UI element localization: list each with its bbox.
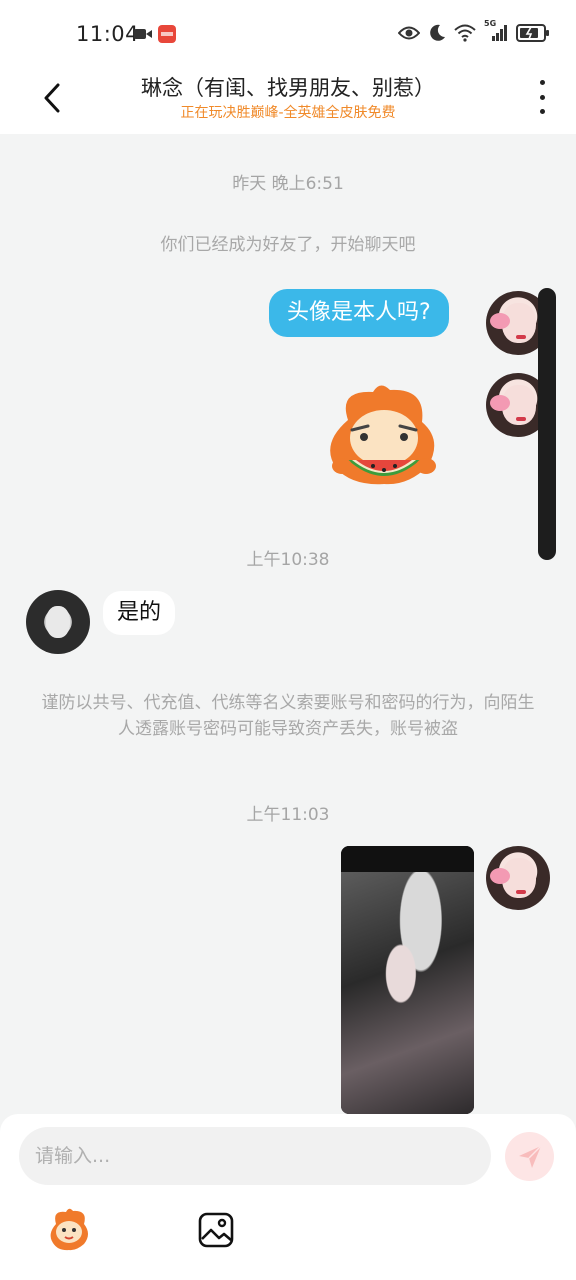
- send-icon: [518, 1144, 542, 1168]
- image-picker-icon[interactable]: [198, 1212, 234, 1248]
- emoji-sticker-icon[interactable]: [46, 1206, 92, 1252]
- wifi-icon: [454, 24, 476, 42]
- friend-message-bubble[interactable]: 是的: [103, 591, 176, 635]
- pig-sticker: [490, 395, 510, 411]
- back-arrow-icon: [44, 83, 60, 113]
- app-notification-icon: [158, 25, 176, 43]
- send-button[interactable]: [505, 1132, 554, 1181]
- dot: [539, 94, 545, 100]
- chat-title: 琳念（有闺、找男朋友、别惹）: [141, 76, 435, 100]
- timestamp: 昨天 晚上6:51: [232, 174, 344, 194]
- status-bar: 11:04 5G: [0, 0, 576, 68]
- pig-sticker: [490, 313, 510, 329]
- status-left-icons: [134, 25, 176, 43]
- more-options-button[interactable]: [536, 80, 548, 114]
- chat-header: 琳念（有闺、找男朋友、别惹） 正在玩决胜巅峰-全英雄全皮肤免费: [0, 68, 576, 134]
- my-message-bubble[interactable]: 头像是本人吗?: [269, 289, 449, 337]
- back-button[interactable]: [34, 78, 70, 118]
- pig-sticker: [490, 868, 510, 884]
- message-input[interactable]: [19, 1127, 491, 1185]
- battery-icon: [516, 24, 549, 42]
- status-right-icons: 5G: [398, 19, 550, 43]
- timestamp: 上午10:38: [246, 550, 330, 570]
- avatar-lips: [516, 890, 526, 894]
- watermelon-sticker[interactable]: [318, 380, 450, 494]
- avatar-face: [46, 606, 70, 638]
- camera-icon: [134, 29, 152, 39]
- moon-icon: [430, 24, 445, 41]
- avatar-lips: [516, 417, 526, 421]
- friend-notice: 你们已经成为好友了，开始聊天吧: [160, 235, 416, 255]
- screenshot-photo: [341, 872, 474, 1114]
- screenshot-statusbar: [341, 846, 474, 872]
- dot: [539, 80, 545, 85]
- chat-subtitle[interactable]: 正在玩决胜巅峰-全英雄全皮肤免费: [90, 102, 486, 122]
- my-avatar[interactable]: [486, 846, 550, 910]
- image-message[interactable]: [341, 846, 474, 1114]
- input-panel: [0, 1114, 576, 1280]
- friend-avatar[interactable]: [26, 590, 90, 654]
- timestamp: 上午11:03: [246, 805, 330, 825]
- signal-icon: 5G: [484, 19, 508, 43]
- dot: [539, 109, 545, 114]
- security-notice: 谨防以共号、代充值、代练等名义索要账号和密码的行为，向陌生人透露账号密码可能导致…: [41, 693, 535, 739]
- avatar-lips: [516, 335, 526, 339]
- scrollbar[interactable]: [538, 288, 556, 560]
- eye-icon: [398, 26, 420, 40]
- status-time: 11:04: [76, 22, 140, 46]
